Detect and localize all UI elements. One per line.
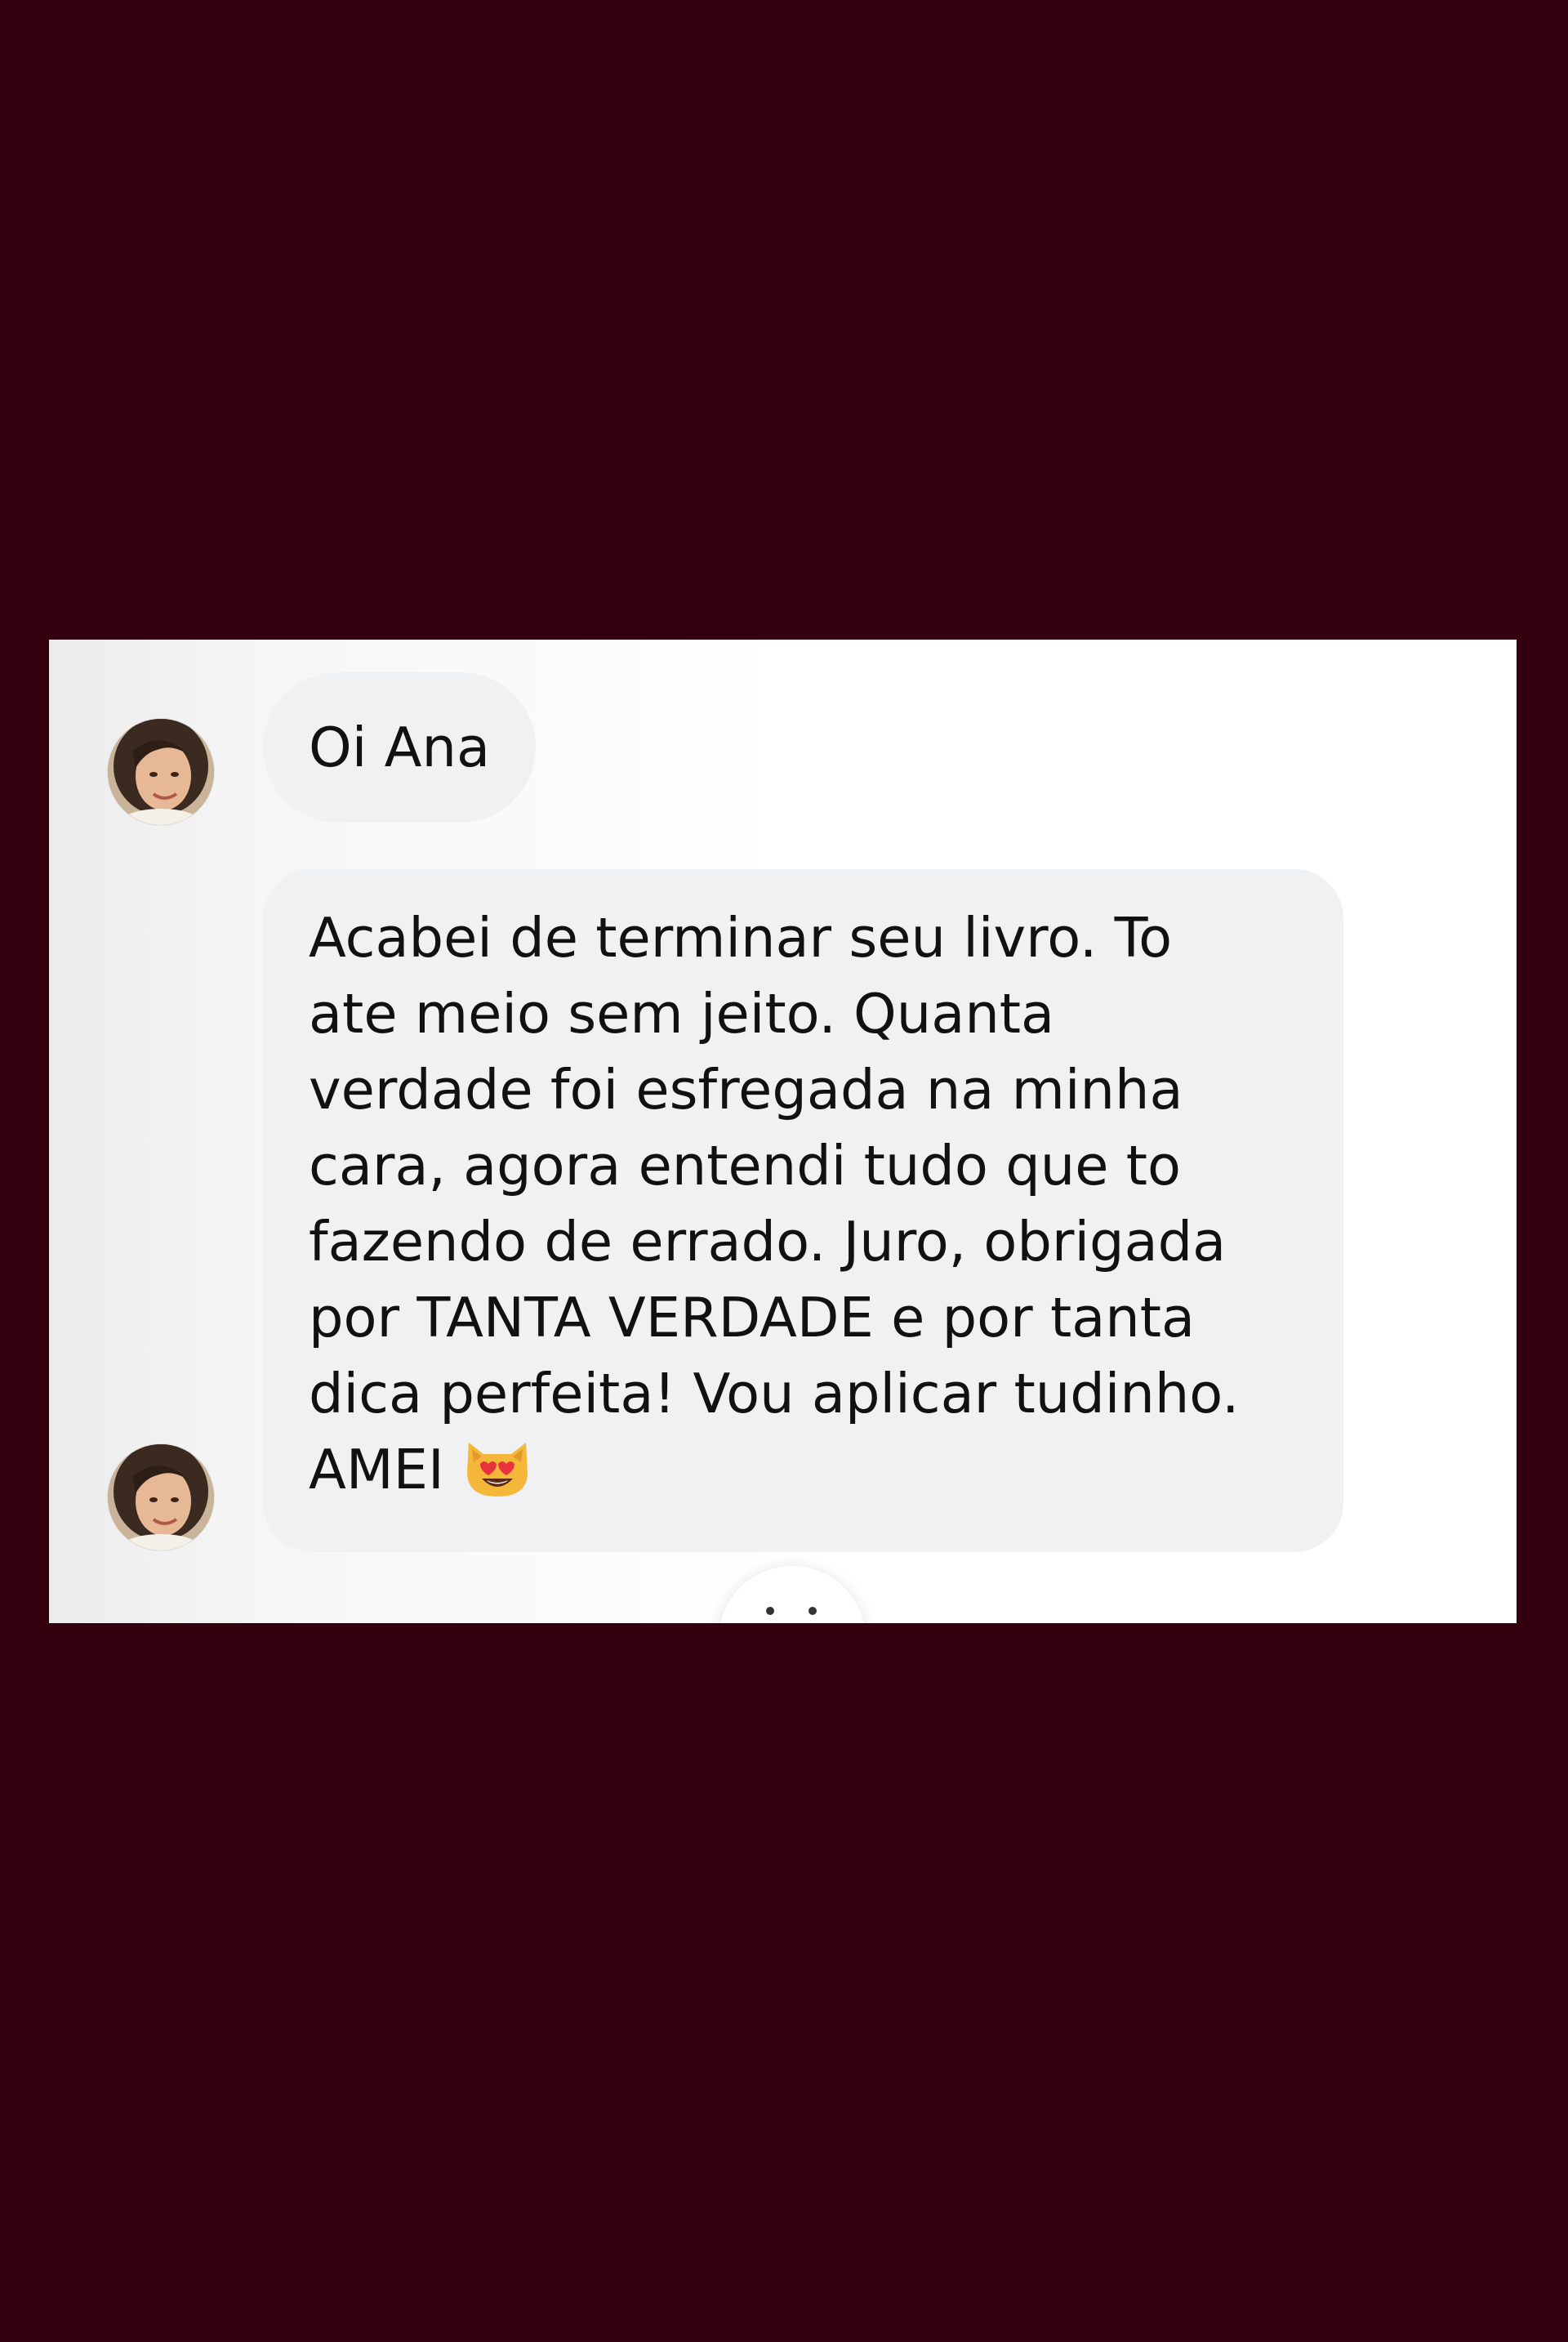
sender-avatar[interactable] — [108, 719, 214, 825]
avatar-portrait-icon — [108, 1444, 214, 1550]
message-text: Oi Ana — [309, 716, 491, 779]
dot-icon — [808, 1607, 817, 1615]
avatar-portrait-icon — [108, 719, 214, 825]
dot-icon — [766, 1607, 774, 1615]
message-bubble[interactable]: Oi Ana — [263, 672, 537, 823]
smiling-cat-heart-eyes-icon — [462, 1434, 532, 1519]
sender-avatar[interactable] — [108, 1444, 214, 1550]
message-bubble[interactable]: Acabei de terminar seu livro. To ate mei… — [263, 869, 1343, 1552]
chat-screenshot: Oi Ana Acabei de terminar seu livro. To … — [49, 640, 1517, 1623]
message-text: Acabei de terminar seu livro. To ate mei… — [309, 906, 1240, 1501]
